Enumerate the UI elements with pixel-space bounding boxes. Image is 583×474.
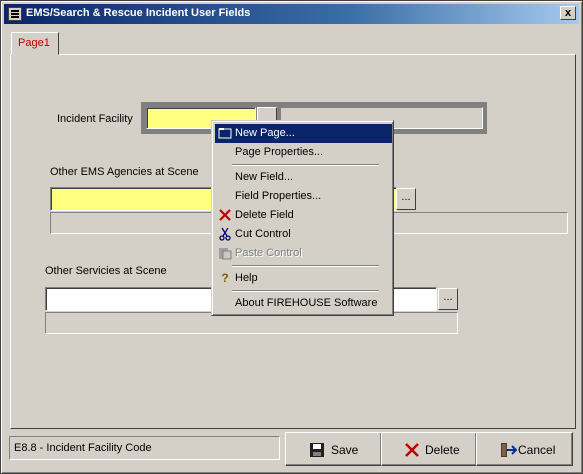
- exit-door-icon: [501, 443, 517, 457]
- lookup-dots: ...: [443, 291, 453, 303]
- status-bar: E8.8 - Incident Facility Code: [9, 436, 280, 460]
- menu-item-field-properties[interactable]: Field Properties...: [215, 187, 392, 206]
- menu-separator: [232, 164, 379, 166]
- lookup-dots: ...: [401, 191, 411, 203]
- menu-item-delete-field[interactable]: Delete Field: [215, 206, 392, 225]
- cancel-label: Cancel: [518, 443, 556, 457]
- scissors-icon: [219, 227, 231, 241]
- menu-separator: [232, 290, 379, 292]
- menu-item-help[interactable]: ? Help: [215, 269, 392, 288]
- folder-icon: [218, 128, 232, 139]
- close-button[interactable]: x: [560, 6, 576, 20]
- menu-item-label: Help: [235, 272, 258, 284]
- context-menu: New Page... Page Properties... New Field…: [211, 120, 394, 316]
- menu-item-new-field[interactable]: New Field...: [215, 168, 392, 187]
- menu-item-label: New Field...: [235, 171, 294, 183]
- other-services-label: Other Servicies at Scene: [45, 265, 167, 277]
- menu-item-page-properties[interactable]: Page Properties...: [215, 143, 392, 162]
- menu-item-label: New Page...: [235, 127, 295, 139]
- other-ems-lookup-button[interactable]: ...: [396, 188, 416, 210]
- tab-page1[interactable]: Page1: [11, 32, 59, 55]
- menu-item-label: Field Properties...: [235, 190, 322, 202]
- menu-item-label: Page Properties...: [235, 146, 324, 158]
- save-button[interactable]: Save: [285, 432, 382, 466]
- menu-item-label: Cut Control: [235, 228, 291, 240]
- menu-item-about[interactable]: About FIREHOUSE Software: [215, 294, 392, 313]
- other-services-lookup-button[interactable]: ...: [438, 288, 458, 310]
- save-label: Save: [331, 443, 359, 457]
- window-title: EMS/Search & Rescue Incident User Fields: [26, 7, 251, 19]
- tab-label: Page1: [18, 37, 50, 49]
- dialog-window: EMS/Search & Rescue Incident User Fields…: [0, 0, 583, 474]
- other-ems-label: Other EMS Agencies at Scene: [50, 166, 199, 178]
- menu-item-label: Paste Control: [235, 247, 302, 259]
- incident-facility-label: Incident Facility: [57, 113, 133, 125]
- menu-item-paste-control: Paste Control: [215, 244, 392, 263]
- menu-item-label: About FIREHOUSE Software: [235, 297, 378, 309]
- menu-separator: [232, 265, 379, 267]
- delete-button[interactable]: Delete: [381, 432, 477, 466]
- title-bar[interactable]: EMS/Search & Rescue Incident User Fields…: [4, 4, 579, 24]
- window-icon[interactable]: [8, 7, 22, 21]
- menu-item-new-page[interactable]: New Page...: [215, 124, 392, 143]
- cancel-button[interactable]: Cancel: [476, 432, 573, 466]
- delete-x-icon: [219, 209, 231, 221]
- status-text: E8.8 - Incident Facility Code: [14, 442, 152, 454]
- delete-x-icon: [405, 443, 419, 457]
- paste-icon: [219, 248, 232, 260]
- menu-item-cut-control[interactable]: Cut Control: [215, 225, 392, 244]
- menu-item-label: Delete Field: [235, 209, 294, 221]
- floppy-disk-icon: [310, 443, 324, 457]
- delete-label: Delete: [425, 443, 460, 457]
- help-icon: ?: [221, 271, 229, 285]
